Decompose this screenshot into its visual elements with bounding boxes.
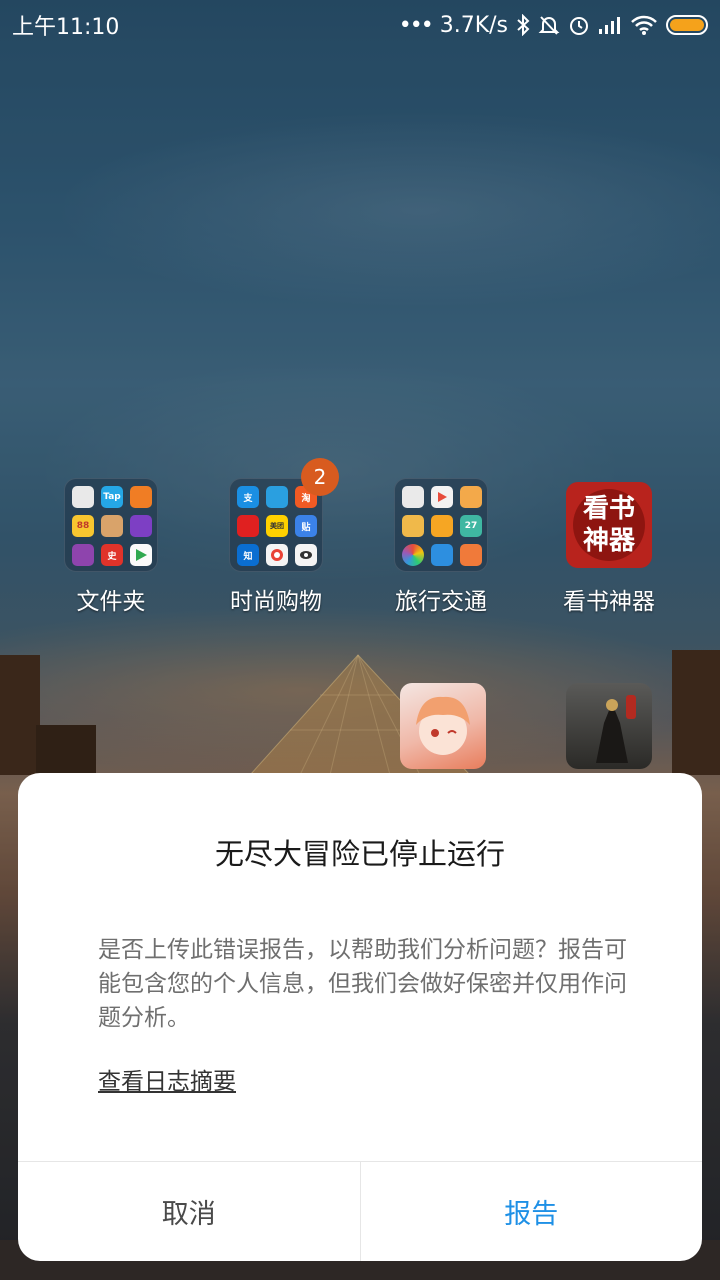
bluetooth-icon [516, 14, 530, 36]
report-button[interactable]: 报告 [361, 1162, 703, 1261]
network-speed: 3.7K/s [439, 12, 508, 38]
anime-game-icon[interactable] [400, 683, 486, 769]
folder-mini-icon [295, 544, 317, 566]
folder-mini-icon: 88 [72, 515, 94, 537]
app-label: 看书神器 [563, 589, 655, 615]
folder-mini-icon: 知 [237, 544, 259, 566]
folder-mini-icon [460, 486, 482, 508]
folder-mini-icon [431, 515, 453, 537]
battery-icon [666, 15, 708, 35]
folder-mini-icon: 支 [237, 486, 259, 508]
folder-mini-icon [72, 486, 94, 508]
wifi-icon [630, 14, 658, 36]
status-bar: 上午11:10 ••• 3.7K/s [0, 0, 720, 50]
folder-mini-icon [101, 515, 123, 537]
dialog-button-bar: 取消 报告 [18, 1161, 702, 1261]
app-folder-travel[interactable]: 27 旅行交通 [366, 478, 516, 616]
folder-mini-icon: 史 [101, 544, 123, 566]
app-label: 旅行交通 [395, 589, 487, 615]
folder-mini-icon [130, 486, 152, 508]
app-label: 文件夹 [76, 589, 146, 615]
more-dots-icon: ••• [398, 12, 434, 38]
status-time: 上午11:10 [12, 15, 120, 40]
folder-mini-icon [130, 544, 152, 566]
folder-icon: 27 [394, 478, 488, 572]
warrior-game-icon[interactable] [566, 683, 652, 769]
folder-mini-icon [460, 544, 482, 566]
folder-mini-icon [402, 486, 424, 508]
folder-mini-icon [237, 515, 259, 537]
folder-mini-icon: 27 [460, 515, 482, 537]
dialog-message: 是否上传此错误报告，以帮助我们分析问题？报告可能包含您的个人信息，但我们会做好保… [98, 937, 627, 1031]
folder-mini-icon: 美团 [266, 515, 288, 537]
alarm-icon [568, 14, 590, 36]
folder-mini-icon [431, 486, 453, 508]
app-book-reader[interactable]: 看书 神器 看书神器 [534, 482, 684, 616]
crash-report-dialog: 无尽大冒险已停止运行 是否上传此错误报告，以帮助我们分析问题？报告可能包含您的个… [18, 773, 702, 1261]
notification-badge: 2 [301, 458, 339, 496]
folder-mini-icon: 贴 [295, 515, 317, 537]
folder-mini-icon [72, 544, 94, 566]
folder-mini-icon [431, 544, 453, 566]
view-log-summary-link[interactable]: 查看日志摘要 [98, 1062, 236, 1096]
book-reader-icon: 看书 神器 [566, 482, 652, 568]
battery-fill [670, 19, 704, 31]
signal-icon [598, 15, 622, 35]
folder-mini-icon [266, 486, 288, 508]
folder-mini-icon: Tap [101, 486, 123, 508]
book-reader-logo: 看书 神器 [573, 489, 645, 561]
mute-icon [538, 14, 560, 36]
folder-mini-icon [266, 544, 288, 566]
book-reader-logo-text: 神器 [582, 526, 635, 556]
folder-mini-icon [402, 544, 424, 566]
app-label: 时尚购物 [230, 589, 322, 615]
book-reader-logo-text: 看书 [582, 494, 635, 524]
folder-mini-icon [402, 515, 424, 537]
app-folder-files[interactable]: Tap 88 史 文件夹 [36, 478, 186, 616]
folder-mini-icon [130, 515, 152, 537]
folder-icon: Tap 88 史 [64, 478, 158, 572]
app-folder-shopping[interactable]: 支 淘 美团 贴 知 2 时尚购物 [201, 458, 351, 616]
cancel-button[interactable]: 取消 [18, 1162, 361, 1261]
dialog-title: 无尽大冒险已停止运行 [214, 837, 505, 871]
